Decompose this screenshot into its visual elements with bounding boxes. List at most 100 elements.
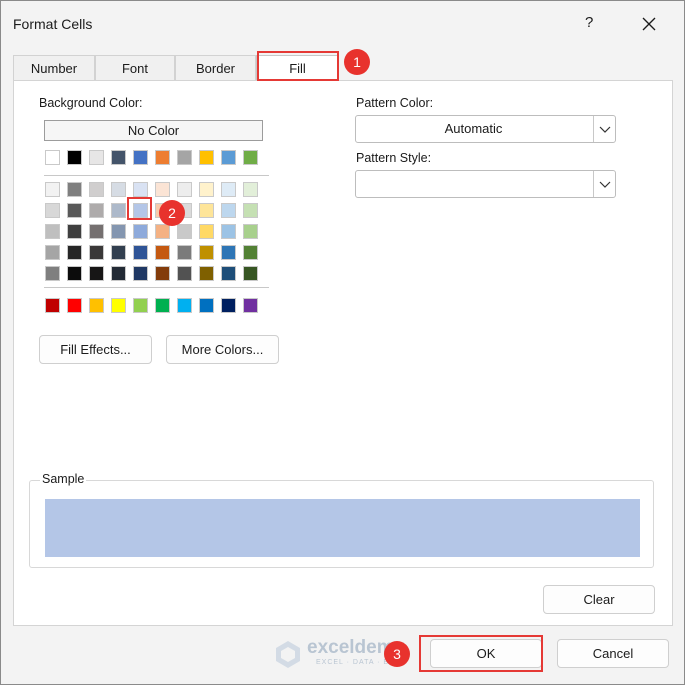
color-swatch[interactable]	[111, 203, 126, 218]
color-swatch[interactable]	[111, 245, 126, 260]
color-swatch[interactable]	[221, 298, 236, 313]
color-swatch[interactable]	[243, 266, 258, 281]
pattern-color-dropdown[interactable]: Automatic	[355, 115, 616, 143]
color-swatch[interactable]	[133, 298, 148, 313]
color-swatch[interactable]	[67, 245, 82, 260]
dropdown-arrow[interactable]	[593, 116, 615, 142]
color-swatch[interactable]	[221, 182, 236, 197]
color-swatch[interactable]	[177, 224, 192, 239]
color-swatch[interactable]	[155, 224, 170, 239]
clear-button[interactable]: Clear	[543, 585, 655, 614]
background-color-label: Background Color:	[39, 96, 143, 110]
color-swatch[interactable]	[243, 245, 258, 260]
color-swatch[interactable]	[177, 245, 192, 260]
color-swatch[interactable]	[155, 298, 170, 313]
color-swatch[interactable]	[111, 150, 126, 165]
color-swatch[interactable]	[133, 224, 148, 239]
color-swatch[interactable]	[67, 266, 82, 281]
color-swatch[interactable]	[45, 150, 60, 165]
color-swatch[interactable]	[45, 224, 60, 239]
color-swatch[interactable]	[199, 245, 214, 260]
help-button[interactable]: ?	[585, 14, 593, 31]
title-bar: Format Cells ?	[1, 1, 684, 47]
pattern-style-value	[356, 171, 591, 197]
color-swatch[interactable]	[177, 266, 192, 281]
color-swatch[interactable]	[199, 203, 214, 218]
watermark-tagline: EXCEL · DATA · BI	[316, 659, 392, 666]
color-swatch[interactable]	[221, 266, 236, 281]
close-button[interactable]	[636, 11, 662, 37]
pattern-color-value: Automatic	[444, 121, 503, 136]
color-swatch[interactable]	[221, 245, 236, 260]
color-swatch[interactable]	[155, 266, 170, 281]
color-swatch[interactable]	[89, 150, 104, 165]
fill-panel: Background Color: No Color Fill Effects.…	[13, 80, 673, 626]
color-swatch[interactable]	[45, 182, 60, 197]
pattern-style-label: Pattern Style:	[356, 151, 432, 165]
color-swatch[interactable]	[221, 150, 236, 165]
color-swatch[interactable]	[111, 224, 126, 239]
color-swatch[interactable]	[133, 150, 148, 165]
color-swatch[interactable]	[111, 266, 126, 281]
color-swatch[interactable]	[89, 203, 104, 218]
color-swatch[interactable]	[199, 182, 214, 197]
color-swatch[interactable]	[177, 298, 192, 313]
fill-effects-button[interactable]: Fill Effects...	[39, 335, 152, 364]
color-swatch[interactable]	[243, 203, 258, 218]
color-swatch[interactable]	[67, 203, 82, 218]
color-swatch[interactable]	[243, 298, 258, 313]
close-icon	[642, 17, 656, 31]
color-swatch[interactable]	[67, 298, 82, 313]
color-swatch[interactable]	[89, 224, 104, 239]
color-swatch[interactable]	[133, 245, 148, 260]
color-swatch[interactable]	[133, 182, 148, 197]
format-cells-dialog: Format Cells ? Number Font Border Fill B…	[0, 0, 685, 685]
color-swatch[interactable]	[89, 182, 104, 197]
more-colors-button[interactable]: More Colors...	[166, 335, 279, 364]
sample-label: Sample	[40, 472, 87, 486]
dialog-title: Format Cells	[13, 16, 93, 32]
sample-group: Sample	[29, 472, 654, 568]
color-swatch[interactable]	[221, 203, 236, 218]
no-color-button[interactable]: No Color	[44, 120, 263, 141]
tab-border[interactable]: Border	[175, 55, 256, 80]
color-swatch[interactable]	[199, 266, 214, 281]
color-swatch[interactable]	[67, 150, 82, 165]
color-swatch[interactable]	[45, 203, 60, 218]
pattern-color-label: Pattern Color:	[356, 96, 434, 110]
color-swatch[interactable]	[89, 298, 104, 313]
step-badge-3: 3	[384, 641, 410, 667]
color-swatch[interactable]	[199, 298, 214, 313]
color-swatch[interactable]	[133, 203, 148, 218]
chevron-down-icon	[599, 126, 611, 133]
color-swatch[interactable]	[45, 298, 60, 313]
color-swatch[interactable]	[155, 150, 170, 165]
tab-fill[interactable]: Fill	[256, 55, 339, 82]
cancel-button[interactable]: Cancel	[557, 639, 669, 668]
color-swatch[interactable]	[199, 150, 214, 165]
color-swatch[interactable]	[155, 182, 170, 197]
color-swatch[interactable]	[133, 266, 148, 281]
palette-separator	[44, 287, 269, 288]
color-swatch[interactable]	[177, 182, 192, 197]
color-swatch[interactable]	[177, 150, 192, 165]
color-swatch[interactable]	[111, 182, 126, 197]
pattern-style-dropdown[interactable]	[355, 170, 616, 198]
color-swatch[interactable]	[67, 182, 82, 197]
color-swatch[interactable]	[45, 245, 60, 260]
color-swatch[interactable]	[243, 182, 258, 197]
tab-number[interactable]: Number	[13, 55, 95, 80]
color-swatch[interactable]	[89, 266, 104, 281]
color-swatch[interactable]	[155, 245, 170, 260]
color-swatch[interactable]	[199, 224, 214, 239]
dropdown-arrow[interactable]	[593, 171, 615, 197]
ok-button[interactable]: OK	[430, 639, 542, 668]
color-swatch[interactable]	[89, 245, 104, 260]
color-swatch[interactable]	[221, 224, 236, 239]
color-swatch[interactable]	[111, 298, 126, 313]
color-swatch[interactable]	[67, 224, 82, 239]
color-swatch[interactable]	[243, 224, 258, 239]
tab-font[interactable]: Font	[95, 55, 175, 80]
color-swatch[interactable]	[243, 150, 258, 165]
color-swatch[interactable]	[45, 266, 60, 281]
